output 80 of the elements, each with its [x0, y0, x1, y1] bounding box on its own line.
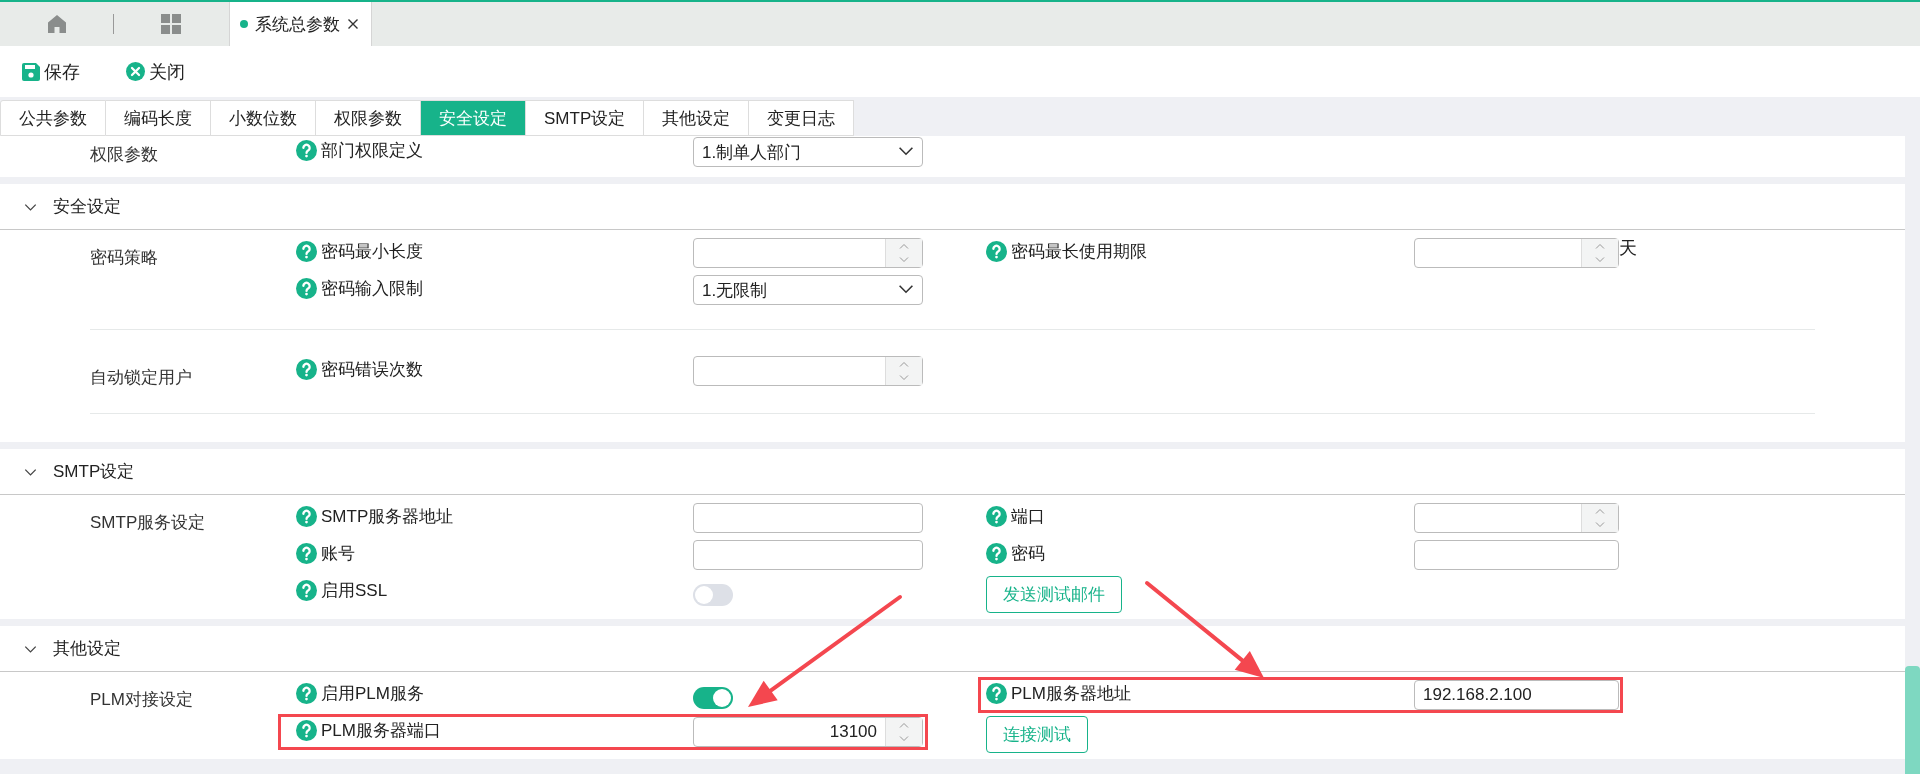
field-label: 部门权限定义	[321, 140, 423, 162]
grid-icon[interactable]	[160, 14, 181, 34]
collapse-icon	[24, 203, 37, 212]
help-icon[interactable]	[986, 543, 1007, 564]
text-field[interactable]	[693, 503, 923, 533]
text-field[interactable]	[1414, 540, 1619, 570]
down-icon	[1595, 257, 1605, 263]
field-label: 启用PLM服务	[321, 683, 424, 705]
tab[interactable]: 公共参数	[0, 100, 106, 136]
up-icon	[899, 243, 909, 249]
tab[interactable]: 变更日志	[749, 100, 855, 136]
active-dot	[240, 20, 248, 28]
up-icon	[899, 722, 909, 728]
up-icon	[899, 360, 909, 367]
text-field[interactable]	[693, 540, 923, 570]
up-icon	[1595, 508, 1605, 514]
tab[interactable]: 其他设定	[644, 100, 750, 136]
field-label: 密码最小长度	[321, 241, 423, 263]
field-label: 密码错误次数	[321, 358, 423, 381]
number-field[interactable]	[693, 355, 923, 386]
tab[interactable]: SMTP设定	[526, 100, 645, 136]
down-icon	[899, 257, 909, 263]
section-title: SMTP设定	[53, 461, 135, 483]
field-label: 密码输入限制	[321, 278, 423, 300]
tab[interactable]: 权限参数	[316, 100, 421, 136]
section-title: 其他设定	[53, 638, 121, 660]
toggle-switch[interactable]	[693, 584, 733, 606]
tab[interactable]: 小数位数	[211, 100, 316, 136]
help-icon[interactable]	[986, 683, 1007, 704]
collapse-icon	[24, 645, 37, 654]
help-icon[interactable]	[986, 241, 1007, 262]
help-icon[interactable]	[296, 140, 317, 161]
close-button[interactable]: 关闭	[126, 59, 185, 84]
help-icon[interactable]	[296, 278, 317, 299]
unit-label: 天	[1619, 237, 1637, 260]
text-field[interactable]: 192.168.2.100	[1414, 680, 1619, 710]
field-label: 账号	[321, 543, 355, 565]
scrollbar-thumb[interactable]	[1905, 666, 1920, 774]
number-field[interactable]	[1414, 238, 1619, 268]
field-label: PLM服务器端口	[321, 720, 441, 742]
home-icon[interactable]	[46, 14, 67, 34]
save-button[interactable]: 保存	[22, 59, 80, 84]
help-icon[interactable]	[296, 580, 317, 601]
collapse-icon	[24, 468, 37, 477]
number-field[interactable]	[1414, 503, 1619, 533]
page-tab[interactable]: 系统总参数	[229, 2, 372, 46]
field-label: 启用SSL	[321, 580, 388, 602]
up-icon	[1595, 243, 1605, 249]
save-icon	[22, 62, 40, 81]
tab[interactable]: 编码长度	[106, 100, 211, 136]
group-label: 自动锁定用户	[90, 367, 193, 389]
close-icon	[126, 62, 145, 81]
select-field[interactable]: 1.无限制	[693, 275, 923, 305]
help-icon[interactable]	[296, 358, 317, 380]
help-icon[interactable]	[296, 506, 317, 527]
number-field[interactable]	[693, 238, 923, 268]
help-icon[interactable]	[986, 506, 1007, 527]
chevron-icon	[898, 147, 914, 157]
help-icon[interactable]	[296, 543, 317, 564]
close-icon[interactable]	[347, 18, 359, 30]
number-field[interactable]: 13100	[693, 717, 923, 747]
down-icon	[1595, 522, 1605, 528]
field-label: 密码最长使用期限	[1011, 241, 1147, 263]
select-field[interactable]: 1.制单人部门	[693, 137, 923, 167]
field-label: 端口	[1011, 506, 1045, 528]
group-label: 权限参数	[90, 144, 159, 166]
down-icon	[899, 736, 909, 742]
toggle-switch[interactable]	[693, 687, 733, 709]
field-label: PLM服务器地址	[1011, 683, 1131, 705]
group-label: PLM对接设定	[90, 689, 194, 711]
group-label: 密码策略	[90, 247, 159, 269]
field-label: SMTP服务器地址	[321, 506, 454, 528]
help-icon[interactable]	[296, 683, 317, 704]
field-label: 密码	[1011, 543, 1045, 565]
help-icon[interactable]	[296, 720, 317, 741]
section-title: 安全设定	[53, 196, 121, 218]
group-label: SMTP服务设定	[90, 512, 207, 534]
help-icon[interactable]	[296, 241, 317, 262]
chevron-icon	[898, 285, 914, 295]
down-icon	[899, 374, 909, 381]
